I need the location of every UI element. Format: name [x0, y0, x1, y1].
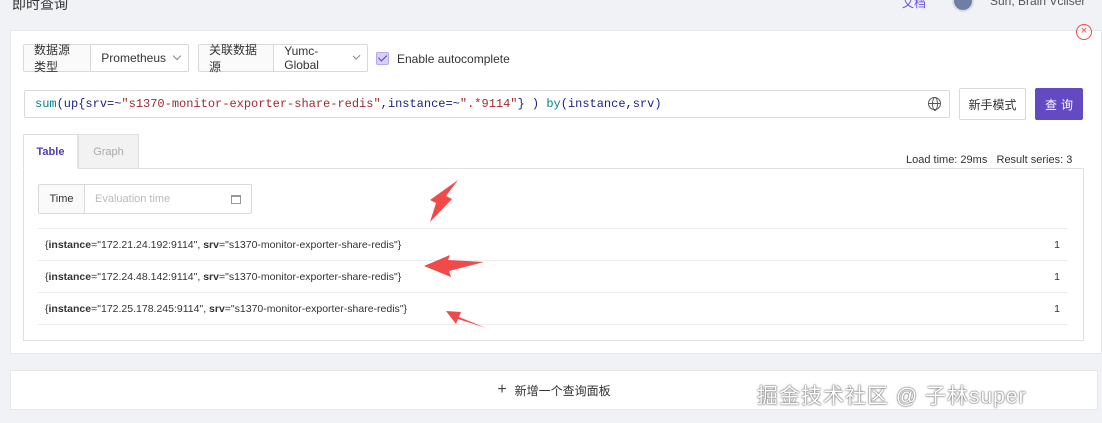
annotation-arrow-3: [446, 311, 486, 328]
annotation-arrow-1: [430, 180, 458, 222]
annotation-arrows: [424, 180, 486, 328]
annotation-arrow-2: [424, 255, 484, 277]
tab-table[interactable]: Table: [23, 134, 78, 169]
